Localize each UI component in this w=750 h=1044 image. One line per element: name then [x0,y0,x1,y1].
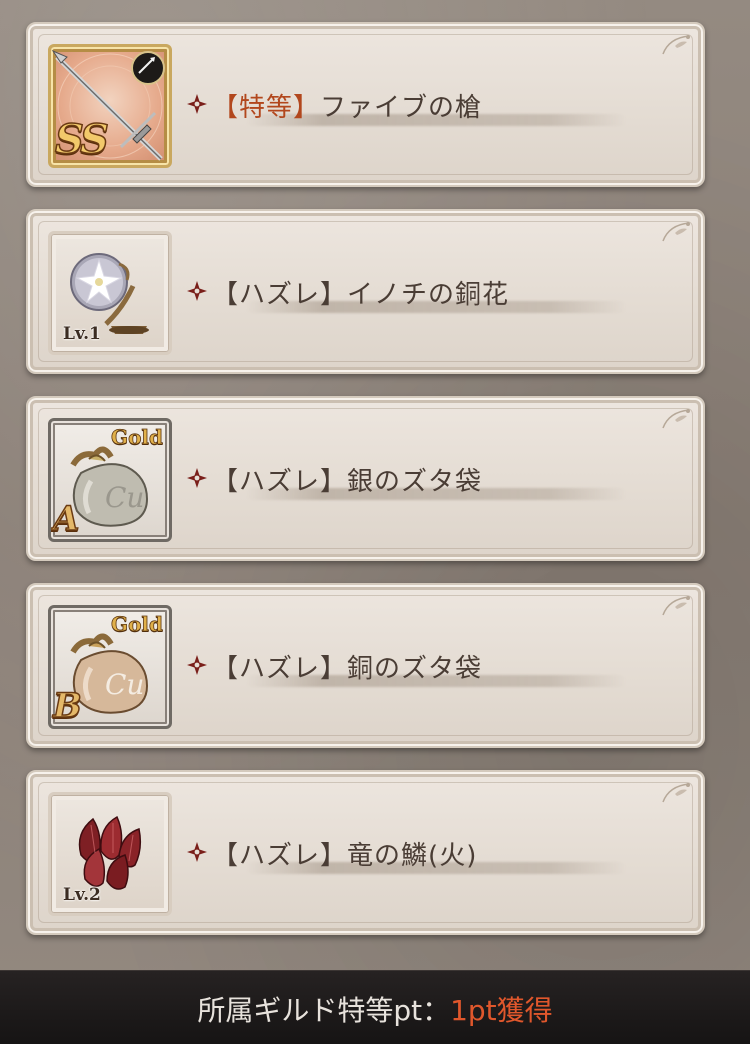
result-card: Lv.1 【ハズレ】イノチの銅花 [26,209,705,374]
spear-type-icon [131,51,165,85]
item-tag-open: 【 [212,467,240,497]
item-title: 【特等】ファイブの槍 [212,87,482,124]
corner-ornament-icon [662,222,690,242]
svg-text:Cu: Cu [105,668,144,701]
item-tag-close: 】 [320,841,348,871]
result-card: Cu Gold A 【ハズレ】銀のズタ袋 [26,396,705,561]
result-card: Cu Gold B 【ハズレ】銅のズタ袋 [26,583,705,748]
result-card: Lv.2 【ハズレ】竜の鱗(火) [26,770,705,935]
item-title-row: 【ハズレ】銅のズタ袋 [186,643,683,689]
item-name: 竜の鱗(火) [347,841,478,871]
item-grade: A [52,498,80,539]
item-level: Lv.2 [63,885,101,905]
cross-bullet-icon [187,94,207,114]
item-title: 【ハズレ】竜の鱗(火) [212,835,477,872]
gold-label: Gold [110,612,164,637]
item-title-row: 【ハズレ】銀のズタ袋 [186,456,683,502]
item-thumbnail[interactable]: Cu Gold A [48,418,172,542]
guild-points-label: 所属ギルド特等pt： [197,994,451,1027]
item-tag-close: 】 [320,467,348,497]
item-tag: ハズレ [239,654,321,684]
item-tag-close: 】 [320,280,348,310]
item-title: 【ハズレ】銅のズタ袋 [212,648,482,685]
item-tag: 特等 [239,93,294,123]
item-tag-open: 【 [212,93,240,123]
item-tag-close: 】 [320,654,348,684]
item-tag-open: 【 [212,654,240,684]
item-title-row: 【ハズレ】竜の鱗(火) [186,830,683,876]
item-thumbnail[interactable]: Cu Gold B [48,605,172,729]
item-tag: ハズレ [239,280,321,310]
result-card: SS 【特等】ファイブの槍 [26,22,705,187]
item-thumbnail[interactable]: SS [48,44,172,168]
corner-ornament-icon [662,409,690,429]
svg-text:Cu: Cu [105,481,144,514]
item-title: 【ハズレ】イノチの銅花 [212,274,509,311]
item-name: 銅のズタ袋 [347,654,483,684]
cross-bullet-icon [187,842,207,862]
guild-points-value: 1pt獲得 [450,994,553,1027]
item-thumbnail[interactable]: Lv.1 [48,231,172,355]
corner-ornament-icon [662,783,690,803]
item-thumbnail[interactable]: Lv.2 [48,792,172,916]
gold-label: Gold [110,425,164,450]
cross-bullet-icon [187,281,207,301]
item-tag-open: 【 [212,841,240,871]
guild-points-footer: 所属ギルド特等pt：1pt獲得 [0,970,750,1044]
item-title: 【ハズレ】銀のズタ袋 [212,461,482,498]
corner-ornament-icon [662,35,690,55]
cross-bullet-icon [187,655,207,675]
rarity-badge: SS [54,115,109,164]
item-tag: ハズレ [239,467,321,497]
item-title-row: 【特等】ファイブの槍 [186,82,683,128]
item-name: イノチの銅花 [347,280,510,310]
cross-bullet-icon [187,468,207,488]
item-tag-close: 】 [293,93,321,123]
item-tag-open: 【 [212,280,240,310]
item-level: Lv.1 [63,324,101,344]
item-name: ファイブの槍 [320,93,483,123]
guild-points-text: 所属ギルド特等pt：1pt獲得 [0,989,750,1029]
item-tag: ハズレ [239,841,321,871]
item-grade: B [52,685,82,726]
corner-ornament-icon [662,596,690,616]
item-title-row: 【ハズレ】イノチの銅花 [186,269,683,315]
item-name: 銀のズタ袋 [347,467,483,497]
